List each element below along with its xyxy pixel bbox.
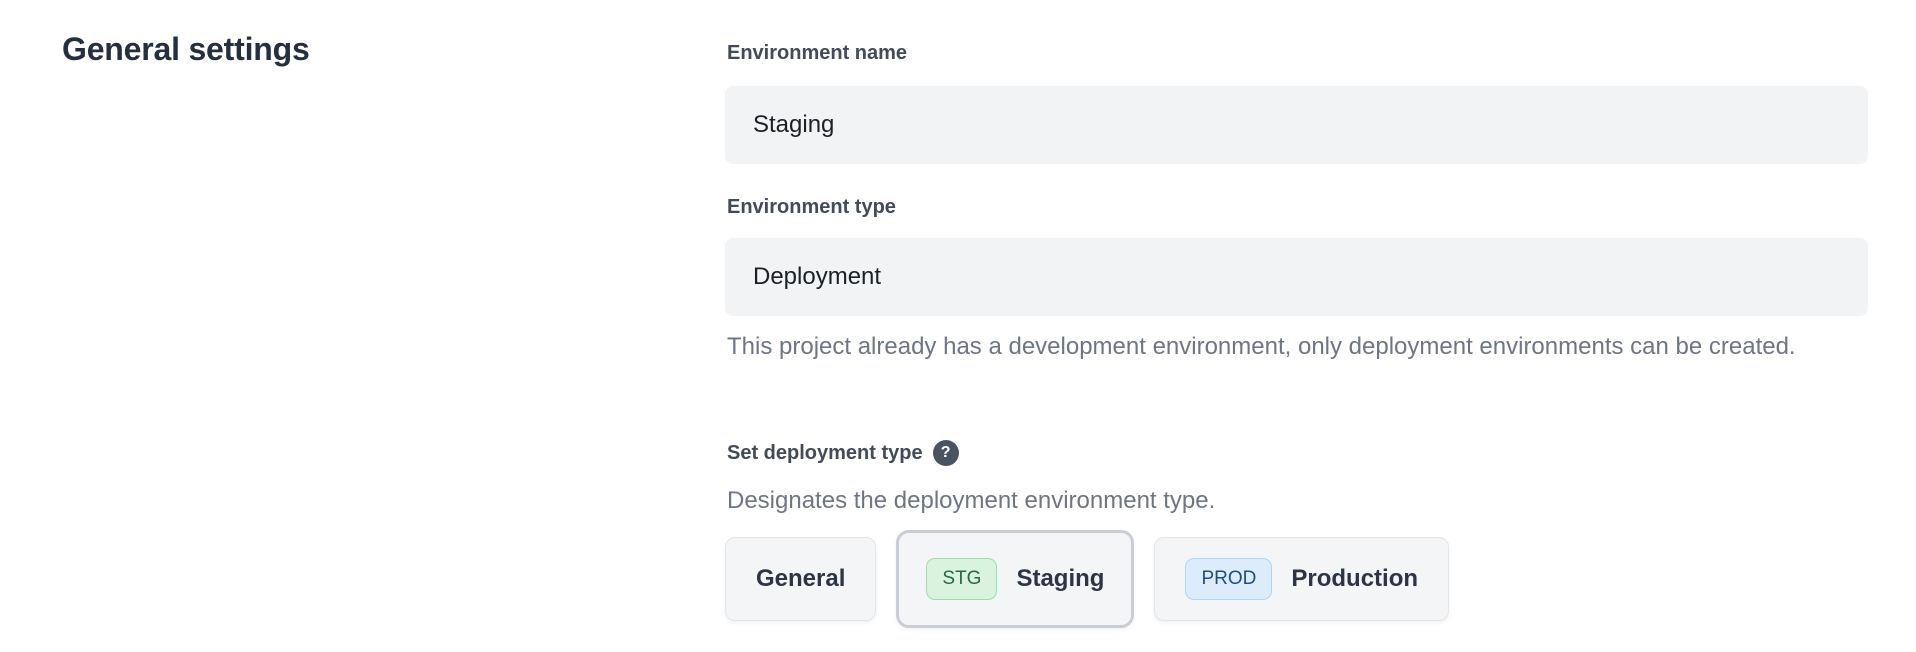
deployment-type-options: General STG Staging PROD Production	[725, 529, 1449, 629]
environment-name-input[interactable]	[725, 86, 1868, 164]
stg-badge: STG	[926, 558, 997, 600]
deployment-type-description: Designates the deployment environment ty…	[727, 487, 1215, 515]
environment-settings-page: General settings Environment name Enviro…	[0, 0, 1916, 652]
deployment-type-option-general[interactable]: General	[725, 537, 876, 621]
option-general-label: General	[756, 565, 845, 593]
deployment-type-option-production[interactable]: PROD Production	[1154, 537, 1449, 621]
option-production-label: Production	[1291, 565, 1418, 593]
deployment-type-option-staging[interactable]: STG Staging	[896, 530, 1134, 628]
option-staging-label: Staging	[1016, 565, 1104, 593]
environment-type-label: Environment type	[727, 196, 896, 219]
environment-name-label: Environment name	[727, 42, 907, 65]
question-mark-icon[interactable]: ?	[933, 440, 959, 466]
environment-type-input[interactable]	[725, 238, 1868, 316]
set-deployment-type-label: Set deployment type	[727, 442, 923, 465]
environment-type-help-text: This project already has a development e…	[727, 326, 1827, 367]
general-settings-form: Environment name Environment type This p…	[725, 0, 1868, 652]
set-deployment-type-row: Set deployment type ?	[727, 440, 959, 466]
prod-badge: PROD	[1185, 558, 1272, 600]
page-title: General settings	[62, 31, 310, 68]
